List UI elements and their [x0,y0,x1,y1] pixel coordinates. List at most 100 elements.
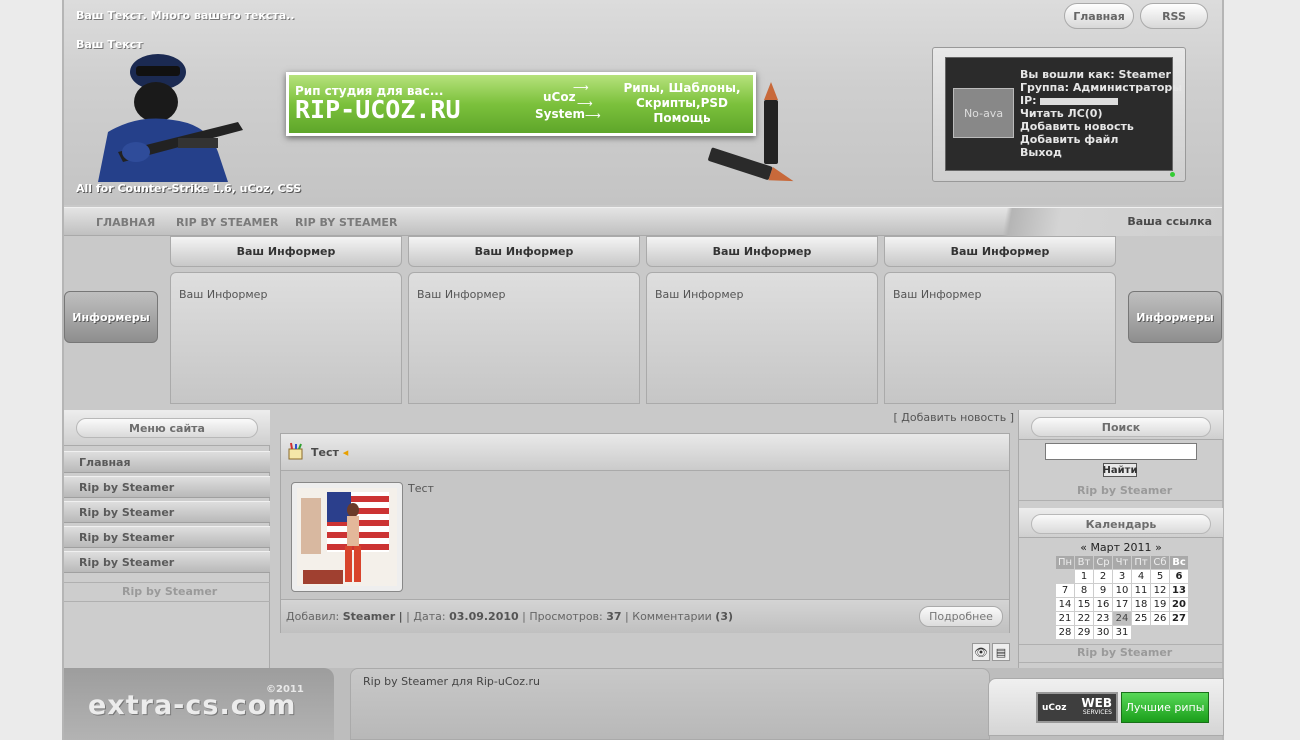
calendar-day[interactable]: 17 [1113,598,1131,611]
calendar-day[interactable]: 3 [1113,570,1131,583]
calendar-day[interactable]: 15 [1075,598,1093,611]
informers-right-tab[interactable]: Информеры [1128,291,1222,343]
user-info: Вы вошли как: Steamer Группа: Администра… [1020,68,1182,159]
menu-item-rip[interactable]: Rip by Steamer [64,476,270,498]
add-news-link[interactable]: [ Добавить новость ] [893,411,1014,424]
calendar-day[interactable]: 1 [1075,570,1093,583]
user-panel: No-ava Вы вошли как: Steamer Группа: Адм… [932,47,1186,182]
next-month-icon[interactable]: » [1155,541,1162,554]
informer-box: Ваш Информер [646,272,878,404]
calendar-day[interactable]: 16 [1094,598,1112,611]
read-pm-link[interactable]: Читать ЛС(0) [1020,107,1182,120]
menu-item-rip[interactable]: Rip by Steamer [64,501,270,523]
calendar-day[interactable]: 31 [1113,626,1131,639]
main-nav: ГЛАВНАЯ RIP BY STEAMER RIP BY STEAMER Ва… [64,207,1222,236]
add-news-link[interactable]: Добавить новость [1020,120,1182,133]
calendar-day[interactable]: 14 [1056,598,1074,611]
calendar-day[interactable]: 22 [1075,612,1093,625]
post-title-text: Тест [311,446,339,459]
post-thumbnail[interactable] [291,482,403,592]
calendar-day[interactable]: 5 [1151,570,1169,583]
ucoz-badge-label: uCoz [1042,702,1067,713]
calendar-day[interactable]: 20 [1170,598,1188,611]
calendar-day[interactable]: 8 [1075,584,1093,597]
calendar-grid: Пн Вт Ср Чт Пт Сб Вс 123456 7 8 9 10 11 12 13 … [1055,555,1189,640]
calendar-day[interactable]: 28 [1056,626,1074,639]
divider [1019,500,1223,501]
comments-link[interactable]: Комментарии [632,610,712,623]
footer-credit: Rip by Steamer для Rip-uCoz.ru [363,675,541,688]
post-date: 03.09.2010 [449,610,519,623]
calendar-day[interactable]: 13 [1170,584,1188,597]
rip-ucoz-banner[interactable]: Рип студия для вас... RIP-UCOZ.RU uCoz S… [286,72,756,136]
pencil-cup-icon [288,442,303,460]
separator: | [398,610,403,623]
rss-button[interactable]: RSS [1140,3,1208,29]
nav-item-rip-1[interactable]: RIP BY STEAMER [176,216,278,229]
menu-item-rip[interactable]: Rip by Steamer [64,551,270,573]
calendar-day[interactable]: 19 [1151,598,1169,611]
nav-item-home[interactable]: ГЛАВНАЯ [96,216,155,229]
home-button[interactable]: Главная [1064,3,1134,29]
calendar-day[interactable]: 7 [1056,584,1074,597]
site-menu-title: Меню сайта [76,418,258,438]
calendar-day[interactable]: 21 [1056,612,1074,625]
calendar-day[interactable]: 29 [1075,626,1093,639]
calendar-empty [1151,626,1169,639]
search-input[interactable] [1045,443,1197,460]
post-title[interactable]: Тест ◂ [311,446,348,459]
read-more-button[interactable]: Подробнее [919,606,1003,627]
calendar-day[interactable]: 9 [1094,584,1112,597]
calendar-day[interactable]: 18 [1132,598,1150,611]
document-icon[interactable]: ▤ [992,643,1010,661]
divider [1019,644,1223,645]
informer-box: Ваш Информер [884,272,1116,404]
eye-icon[interactable]: 👁 [972,643,990,661]
best-rips-badge[interactable]: Лучшие рипы [1121,692,1209,723]
calendar-day[interactable]: 2 [1094,570,1112,583]
calendar-day-today[interactable]: 24 [1113,612,1131,625]
add-file-link[interactable]: Добавить файл [1020,133,1182,146]
author-link[interactable]: Steamer [343,610,395,623]
calendar-day[interactable]: 27 [1170,612,1188,625]
logged-as-text: Вы вошли как: Steamer [1020,68,1171,81]
left-sidebar: Меню сайта Главная Rip by Steamer Rip by… [64,410,270,668]
calendar-day[interactable]: 30 [1094,626,1112,639]
informer-title: Ваш Информер [646,236,878,267]
post-body: Тест [408,482,434,495]
menu-item-rip[interactable]: Rip by Steamer [64,526,270,548]
calendar-day[interactable]: 23 [1094,612,1112,625]
site-menu-header: Меню сайта [64,410,270,446]
ip-label: IP: [1020,94,1037,107]
search-button[interactable]: Найти [1103,463,1137,477]
calendar-day[interactable]: 26 [1151,612,1169,625]
informers-left-tab[interactable]: Информеры [64,291,158,343]
calendar-day[interactable]: 10 [1113,584,1131,597]
calendar-day[interactable]: 25 [1132,612,1150,625]
informer-content: Ваш Информер [179,288,268,301]
nav-your-link[interactable]: Ваша ссылка [1127,215,1212,228]
ucoz-web-services-badge[interactable]: uCoz WEB SERVICES [1036,692,1118,723]
calendar-day[interactable]: 11 [1132,584,1150,597]
calendar-day[interactable]: 4 [1132,570,1150,583]
calendar-week: 7 8 9 10 11 12 13 [1056,584,1188,597]
calendar-day[interactable]: 6 [1170,570,1188,583]
rip-by-tag: Rip by Steamer [1077,646,1173,659]
avatar: No-ava [953,88,1014,138]
logout-link[interactable]: Выход [1020,146,1182,159]
bullet-image [708,82,794,182]
search-title: Поиск [1031,417,1211,437]
prev-month-icon[interactable]: « [1080,541,1087,554]
header-text-sub: Ваш Текст [76,38,143,51]
menu-item-home[interactable]: Главная [64,451,270,473]
views-count: 37 [606,610,622,623]
group-text: Группа: Администраторы [1020,81,1183,94]
footer-logo-text: extra-cs.com [88,690,297,721]
status-led-icon [1170,172,1175,177]
calendar-day[interactable]: 12 [1151,584,1169,597]
nav-item-rip-2[interactable]: RIP BY STEAMER [295,216,397,229]
search-header: Поиск [1019,410,1223,440]
informer-title: Ваш Информер [170,236,402,267]
weekday: Сб [1151,556,1169,569]
informer-title: Ваш Информер [884,236,1116,267]
